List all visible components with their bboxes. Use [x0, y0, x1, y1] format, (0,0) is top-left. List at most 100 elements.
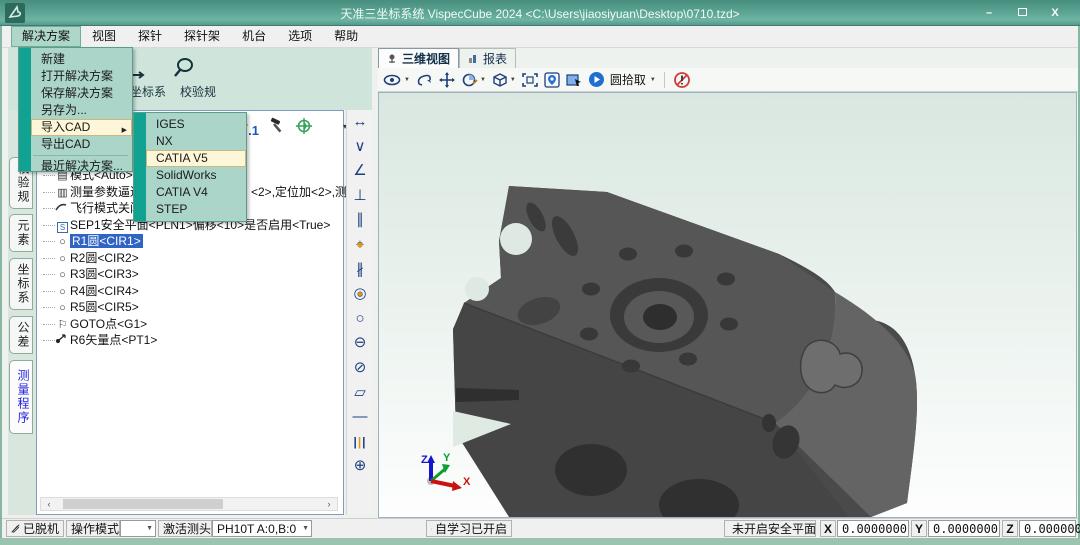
minimize-button[interactable]: – [975, 4, 1003, 22]
position-target-icon[interactable]: ⌖ [347, 233, 373, 258]
pan-icon[interactable] [438, 70, 456, 90]
toolbar-item-label: 校验规 [180, 85, 216, 99]
submenuitem-solidworks[interactable]: SolidWorks [146, 167, 246, 184]
tree-horizontal-scrollbar[interactable]: ‹ › [40, 497, 338, 511]
menu-view[interactable]: 视图 [81, 26, 127, 47]
svg-text:Z: Z [421, 454, 428, 466]
circle-icon: ○ [55, 234, 70, 250]
submenuitem-catia-v5[interactable]: CATIA V5 [146, 150, 246, 167]
menuitem-recent-solutions[interactable]: 最近解决方案... [31, 158, 132, 175]
angle-icon[interactable]: ∠ [347, 159, 373, 184]
menu-help[interactable]: 帮助 [323, 26, 369, 47]
alignment-target-icon[interactable] [294, 116, 318, 138]
tree-row-circle-r3[interactable]: ○R3圆<CIR3> [39, 266, 341, 283]
menu-separator [33, 155, 128, 156]
true-position-icon[interactable]: ⊕ [347, 454, 373, 479]
cad-import-submenu: IGES NX CATIA V5 SolidWorks CATIA V4 STE… [133, 112, 247, 222]
menu-probe[interactable]: 探针 [127, 26, 173, 47]
toolbar-gauge-check-button[interactable]: 校验规 [170, 55, 226, 100]
submenuitem-iges[interactable]: IGES [146, 116, 246, 133]
circle-pick-dropdown[interactable]: 圆拾取▼ [610, 71, 656, 88]
window-border-left [0, 26, 2, 538]
inclination-icon[interactable]: ∦ [347, 258, 373, 283]
active-probe-combobox[interactable]: PH10T A:0,B:0▼ [212, 520, 312, 537]
active-probe-label: 激活测头 [158, 520, 212, 537]
offline-status: 已脱机 [6, 520, 64, 537]
play-icon[interactable] [588, 70, 605, 90]
concentricity-icon[interactable]: ◎ [347, 282, 373, 307]
perpendicularity-icon[interactable]: ⊥ [347, 184, 373, 209]
status-bar: 已脱机 操作模式 ▼ 激活测头 PH10T A:0,B:0▼ 自学习已开启 未开… [2, 518, 1078, 538]
menu-machine[interactable]: 机台 [231, 26, 277, 47]
menu-options[interactable]: 选项 [277, 26, 323, 47]
title-bar: 天准三坐标系统 VispecCube 2024 <C:\Users\jiaosi… [0, 0, 1080, 26]
orbit-icon[interactable] [415, 70, 433, 90]
menu-solution[interactable]: 解决方案 [11, 26, 81, 47]
angle-between-icon[interactable]: ∨ [347, 135, 373, 160]
close-button[interactable]: X [1041, 4, 1069, 22]
menuitem-save-as[interactable]: 另存为... [31, 102, 132, 119]
op-mode-combobox[interactable]: ▼ [120, 520, 156, 537]
menuitem-import-cad[interactable]: 导入CAD▶ [31, 119, 132, 136]
locate-pin-icon[interactable] [544, 70, 560, 90]
report-icon [468, 53, 479, 64]
tab-3d-view[interactable]: 三维视图 [378, 48, 459, 68]
view-eye-icon[interactable]: ▼ [383, 70, 410, 90]
sidetab-tolerance[interactable]: 公差 [9, 316, 33, 354]
pattern-bars-icon[interactable]: ||| [347, 430, 373, 455]
collision-off-icon[interactable] [673, 70, 691, 90]
tree-row-vector-point[interactable]: R6矢量点<PT1> [39, 332, 341, 349]
menuitem-new[interactable]: 新建 [31, 51, 132, 68]
submenuitem-step[interactable]: STEP [146, 201, 246, 218]
self-learning-status[interactable]: 自学习已开启 [426, 520, 512, 537]
circle-icon: ○ [55, 300, 70, 316]
right-panel: 三维视图 报表 ▼ ▼ ▼ [378, 48, 1078, 518]
menu-probe-rack[interactable]: 探针架 [173, 26, 231, 47]
application-window: { "window": { "title": "天准三坐标系统 VispecCu… [0, 0, 1080, 545]
params-icon: ▥ [55, 185, 70, 201]
safety-plane-status[interactable]: 未开启安全平面 [724, 520, 816, 537]
tree-row-circle-r1[interactable]: ○R1圆<CIR1> [39, 233, 341, 250]
svg-text:X: X [463, 476, 471, 488]
viewport-toolbar: ▼ ▼ ▼ 圆拾取▼ [378, 68, 1078, 92]
sidetab-coordinate-system[interactable]: 坐标系 [9, 258, 33, 310]
view-tabs: 三维视图 报表 [378, 48, 516, 68]
hammer-icon[interactable] [267, 116, 291, 138]
3d-view-icon [387, 53, 398, 64]
runout-icon[interactable]: ⊘ [347, 356, 373, 381]
menu-bar: 解决方案 视图 探针 探针架 机台 选项 帮助 [2, 26, 1078, 48]
tab-report[interactable]: 报表 [459, 48, 516, 68]
cube-view-icon[interactable]: ▼ [491, 70, 516, 90]
tree-row-circle-r2[interactable]: ○R2圆<CIR2> [39, 250, 341, 267]
roundness-icon[interactable]: ○ [347, 307, 373, 332]
tree-row-goto[interactable]: ⚐GOTO点<G1> [39, 316, 341, 333]
menu-gutter [19, 48, 31, 171]
distance-icon[interactable]: ↔ [347, 110, 373, 135]
parallelism-icon[interactable]: ∥ [347, 208, 373, 233]
menuitem-save-solution[interactable]: 保存解决方案 [31, 85, 132, 102]
straightness-icon[interactable]: — [347, 405, 373, 430]
select-box-icon[interactable] [565, 70, 583, 90]
toolbar-item-label: 坐标系 [130, 85, 166, 99]
scroll-right-arrow[interactable]: › [321, 498, 337, 510]
scroll-thumb[interactable] [63, 499, 223, 509]
z-coordinate-value: 0.0000000 [1019, 520, 1076, 537]
submenuitem-catia-v4[interactable]: CATIA V4 [146, 184, 246, 201]
symmetry-icon[interactable]: ⊖ [347, 331, 373, 356]
fit-view-icon[interactable] [521, 70, 539, 90]
menuitem-export-cad[interactable]: 导出CAD [31, 136, 132, 153]
x-coordinate-value: 0.0000000 [837, 520, 909, 537]
submenuitem-nx[interactable]: NX [146, 133, 246, 150]
menuitem-open-solution[interactable]: 打开解决方案 [31, 68, 132, 85]
render-style-icon[interactable]: ▼ [461, 70, 486, 90]
scroll-left-arrow[interactable]: ‹ [41, 498, 57, 510]
sidetab-measure-program[interactable]: 测量程序 [9, 360, 33, 434]
offline-pen-icon [11, 522, 20, 535]
flatness-icon[interactable]: ▱ [347, 381, 373, 406]
maximize-button[interactable] [1008, 4, 1036, 22]
tree-row-circle-r4[interactable]: ○R4圆<CIR4> [39, 283, 341, 300]
viewport-3d[interactable]: Z Y X [378, 92, 1077, 518]
vector-point-icon [55, 334, 70, 344]
sidetab-elements[interactable]: 元素 [9, 214, 33, 252]
tree-row-circle-r5[interactable]: ○R5圆<CIR5> [39, 299, 341, 316]
